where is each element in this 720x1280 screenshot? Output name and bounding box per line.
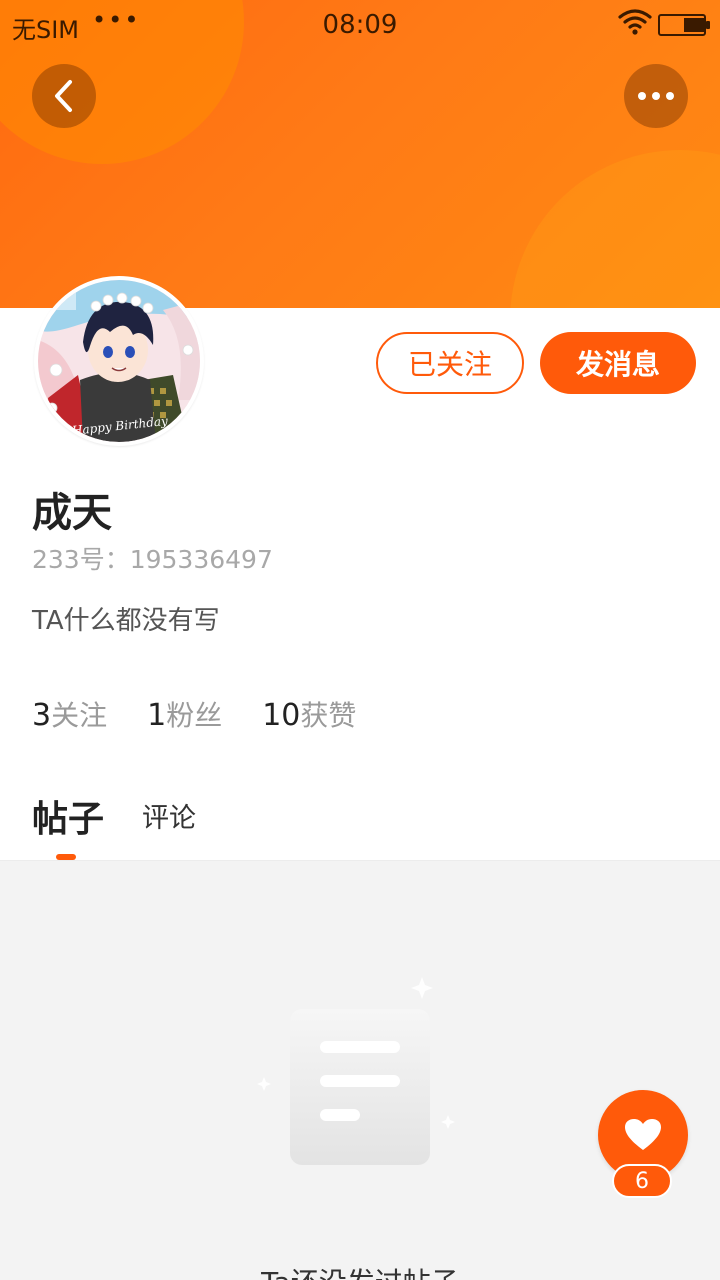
- status-time: 08:09: [322, 10, 398, 40]
- more-dot: [652, 92, 660, 100]
- tab-posts[interactable]: 帖子: [32, 790, 104, 842]
- following-button[interactable]: 已关注: [376, 332, 524, 394]
- back-button[interactable]: [32, 64, 96, 128]
- avatar[interactable]: Happy Birthday: [34, 276, 204, 446]
- user-bio: TA什么都没有写: [32, 606, 220, 636]
- heart-icon: [625, 1119, 661, 1150]
- wifi-icon: [618, 9, 652, 35]
- avatar-illustration: Happy Birthday: [38, 280, 200, 442]
- stat-label: 关注: [51, 699, 108, 732]
- stat-label: 粉丝: [166, 699, 223, 732]
- stat-following[interactable]: 3关注: [32, 694, 107, 734]
- stat-label: 获赞: [300, 699, 357, 732]
- stat-likes[interactable]: 10获赞: [262, 694, 356, 734]
- document-icon: [257, 977, 455, 1165]
- banner-decoration: [510, 150, 720, 308]
- user-id: 233号：195336497: [32, 545, 273, 574]
- send-message-button[interactable]: 发消息: [540, 332, 696, 394]
- stat-count: 3: [32, 698, 52, 733]
- username: 成天: [32, 490, 112, 536]
- more-horizontal-icon: [638, 92, 646, 100]
- more-options-button[interactable]: [624, 64, 688, 128]
- empty-state-text: Ta还没发过帖子: [0, 1261, 720, 1280]
- battery-icon: [658, 14, 710, 36]
- status-bar: 无SIM ••• 08:09: [0, 0, 720, 52]
- stat-count: 10: [262, 698, 301, 733]
- like-count-badge: 6: [612, 1164, 672, 1198]
- posts-list: Ta还没发过帖子: [0, 861, 720, 1280]
- stat-count: 1: [147, 698, 167, 733]
- stat-followers[interactable]: 1粉丝: [147, 694, 222, 734]
- chevron-left-icon: [55, 80, 72, 112]
- more-dot: [666, 92, 674, 100]
- profile-stats: 3关注 1粉丝 10获赞: [32, 694, 396, 734]
- tab-comments[interactable]: 评论: [142, 796, 196, 835]
